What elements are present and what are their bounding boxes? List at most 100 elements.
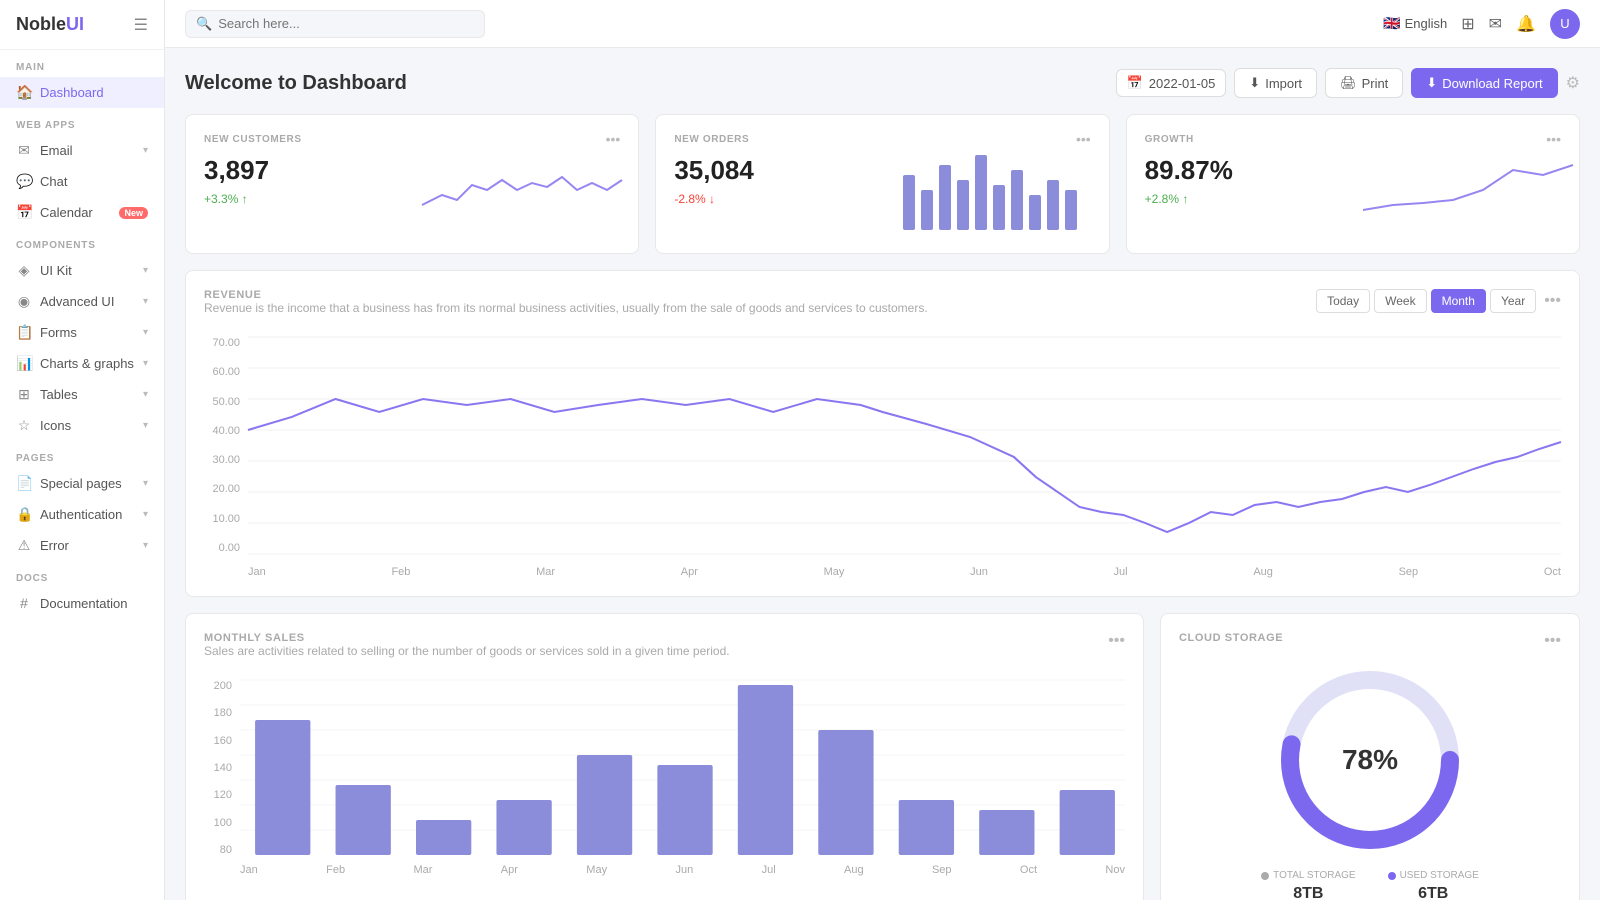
chat-icon: 💬: [16, 173, 32, 190]
sidebar-item-error[interactable]: ⚠Error▾: [0, 530, 164, 561]
chevron-authentication: ▾: [143, 509, 148, 520]
chevron-forms: ▾: [143, 327, 148, 338]
stat-chart-customers: [422, 135, 622, 233]
stat-label-growth: GROWTH: [1145, 134, 1194, 145]
chevron-charts: ▾: [143, 358, 148, 369]
sidebar-item-calendar[interactable]: 📅CalendarNew: [0, 197, 164, 228]
sidebar-label-tables: Tables: [40, 387, 135, 402]
download-icon: ⬇: [1426, 75, 1437, 91]
tab-week[interactable]: Week: [1374, 289, 1426, 313]
print-button[interactable]: 🖨 Print: [1325, 68, 1403, 98]
monthly-sales-desc: Sales are activities related to selling …: [204, 644, 730, 658]
flag-icon: 🇬🇧: [1383, 15, 1400, 32]
revenue-menu[interactable]: •••: [1544, 292, 1561, 310]
sidebar-item-uikit[interactable]: ◈UI Kit▾: [0, 255, 164, 286]
sidebar-item-chat[interactable]: 💬Chat: [0, 166, 164, 197]
print-icon: 🖨: [1340, 75, 1357, 91]
revenue-chart-svg: JanFebMarAprMayJunJulAugSepOct: [248, 337, 1561, 578]
sidebar-section-label: MAIN: [0, 50, 164, 77]
date-picker[interactable]: 📅 2022-01-05: [1116, 69, 1227, 97]
revenue-x-axis: JanFebMarAprMayJunJulAugSepOct: [248, 562, 1561, 578]
search-box[interactable]: 🔍: [185, 10, 485, 38]
chevron-uikit: ▾: [143, 265, 148, 276]
chevron-advancedui: ▾: [143, 296, 148, 307]
import-icon: ⬇: [1249, 75, 1260, 91]
mail-icon[interactable]: ✉: [1489, 14, 1502, 34]
chevron-error: ▾: [143, 540, 148, 551]
sidebar-section-label: WEB APPS: [0, 108, 164, 135]
specialpages-icon: 📄: [16, 475, 32, 492]
bell-icon[interactable]: 🔔: [1516, 14, 1536, 34]
uikit-icon: ◈: [16, 262, 32, 279]
tab-month[interactable]: Month: [1431, 289, 1486, 313]
sidebar-item-charts[interactable]: 📊Charts & graphs▾: [0, 348, 164, 379]
charts-icon: 📊: [16, 355, 32, 372]
main-area: 🔍 🇬🇧 English ⊞ ✉ 🔔 U Welcome to Dashboar…: [165, 0, 1600, 900]
donut-container: 78%: [1179, 660, 1561, 860]
sidebar: NobleUI ☰ MAIN🏠DashboardWEB APPS✉Email▾💬…: [0, 0, 165, 900]
sidebar-item-specialpages[interactable]: 📄Special pages▾: [0, 468, 164, 499]
monthly-sales-card: MONTHLY SALES Sales are activities relat…: [185, 613, 1144, 900]
monthly-sales-menu[interactable]: •••: [1108, 632, 1125, 650]
dashboard-icon: 🏠: [16, 84, 32, 101]
monthly-sales-chart-svg: JanFebMarAprMayJunJulAugSepOctNov: [240, 680, 1125, 876]
sidebar-item-dashboard[interactable]: 🏠 Dashboard: [0, 77, 164, 108]
calendar-icon: 📅: [16, 204, 32, 221]
sidebar-section-label: PAGES: [0, 441, 164, 468]
sidebar-label-authentication: Authentication: [40, 507, 135, 522]
stat-label-orders: NEW ORDERS: [674, 134, 749, 145]
total-storage-item: TOTAL STORAGE 8TB: [1261, 870, 1355, 900]
avatar[interactable]: U: [1550, 9, 1580, 39]
monthly-sales-chart-container: 20018016014012010080: [204, 680, 1125, 876]
donut-percentage: 78%: [1342, 744, 1398, 776]
search-input[interactable]: [218, 16, 474, 31]
sidebar-item-advancedui[interactable]: ◉ Advanced UI ▾: [0, 286, 164, 317]
hamburger-icon[interactable]: ☰: [134, 15, 148, 35]
used-storage-item: USED STORAGE 6TB: [1388, 870, 1479, 900]
chevron-email: ▾: [143, 145, 148, 156]
sidebar-label-advancedui: Advanced UI: [40, 294, 135, 309]
sidebar-item-documentation[interactable]: #Documentation: [0, 588, 164, 618]
cloud-storage-title: CLOUD STORAGE: [1179, 632, 1283, 644]
import-button[interactable]: ⬇ Import: [1234, 68, 1317, 98]
cloud-storage-header: CLOUD STORAGE •••: [1179, 632, 1561, 650]
sidebar-label-calendar: Calendar: [40, 205, 111, 220]
revenue-desc: Revenue is the income that a business ha…: [204, 301, 928, 315]
stats-row: NEW CUSTOMERS ••• 3,897 +3.3% ↑ NEW ORDE…: [185, 114, 1580, 254]
monthly-sales-y-axis: 20018016014012010080: [204, 680, 240, 876]
sidebar-section-label: DOCS: [0, 561, 164, 588]
tab-year[interactable]: Year: [1490, 289, 1536, 313]
language-selector[interactable]: 🇬🇧 English: [1383, 15, 1447, 32]
total-storage-value: 8TB: [1261, 885, 1355, 900]
sidebar-item-authentication[interactable]: 🔒Authentication▾: [0, 499, 164, 530]
sidebar-label-dashboard: Dashboard: [40, 85, 148, 100]
sidebar-item-icons[interactable]: ☆Icons▾: [0, 410, 164, 441]
stat-chart-orders: [893, 135, 1093, 233]
advancedui-icon: ◉: [16, 293, 32, 310]
revenue-chart-container: 70.0060.0050.0040.0030.0020.0010.000.00: [204, 337, 1561, 578]
sidebar-item-tables[interactable]: ⊞Tables▾: [0, 379, 164, 410]
settings-icon[interactable]: ⚙: [1566, 73, 1580, 93]
revenue-tabs: Today Week Month Year: [1316, 289, 1536, 313]
documentation-icon: #: [16, 595, 32, 611]
topbar-right: 🇬🇧 English ⊞ ✉ 🔔 U: [1383, 9, 1580, 39]
stat-card-orders: NEW ORDERS ••• 35,084 -2.8% ↓: [655, 114, 1109, 254]
monthly-sales-title: MONTHLY SALES: [204, 632, 730, 644]
monthly-sales-header: MONTHLY SALES Sales are activities relat…: [204, 632, 1125, 674]
monthly-sales-x-axis: JanFebMarAprMayJunJulAugSepOctNov: [240, 860, 1125, 876]
grid-icon[interactable]: ⊞: [1461, 14, 1474, 34]
sidebar-label-icons: Icons: [40, 418, 135, 433]
cloud-storage-menu[interactable]: •••: [1544, 632, 1561, 650]
page-actions: 📅 2022-01-05 ⬇ Import 🖨 Print ⬇ Download…: [1116, 68, 1580, 98]
sidebar-item-forms[interactable]: 📋Forms▾: [0, 317, 164, 348]
revenue-chart-card: REVENUE Revenue is the income that a bus…: [185, 270, 1580, 597]
revenue-title: REVENUE: [204, 289, 928, 301]
chevron-icons: ▾: [143, 420, 148, 431]
tab-today[interactable]: Today: [1316, 289, 1370, 313]
sidebar-logo: NobleUI ☰: [0, 0, 164, 50]
download-report-button[interactable]: ⬇ Download Report: [1411, 68, 1557, 98]
bottom-row: MONTHLY SALES Sales are activities relat…: [185, 613, 1580, 900]
sidebar-item-email[interactable]: ✉Email▾: [0, 135, 164, 166]
used-dot: [1388, 872, 1396, 880]
logo-text: NobleUI: [16, 14, 84, 35]
